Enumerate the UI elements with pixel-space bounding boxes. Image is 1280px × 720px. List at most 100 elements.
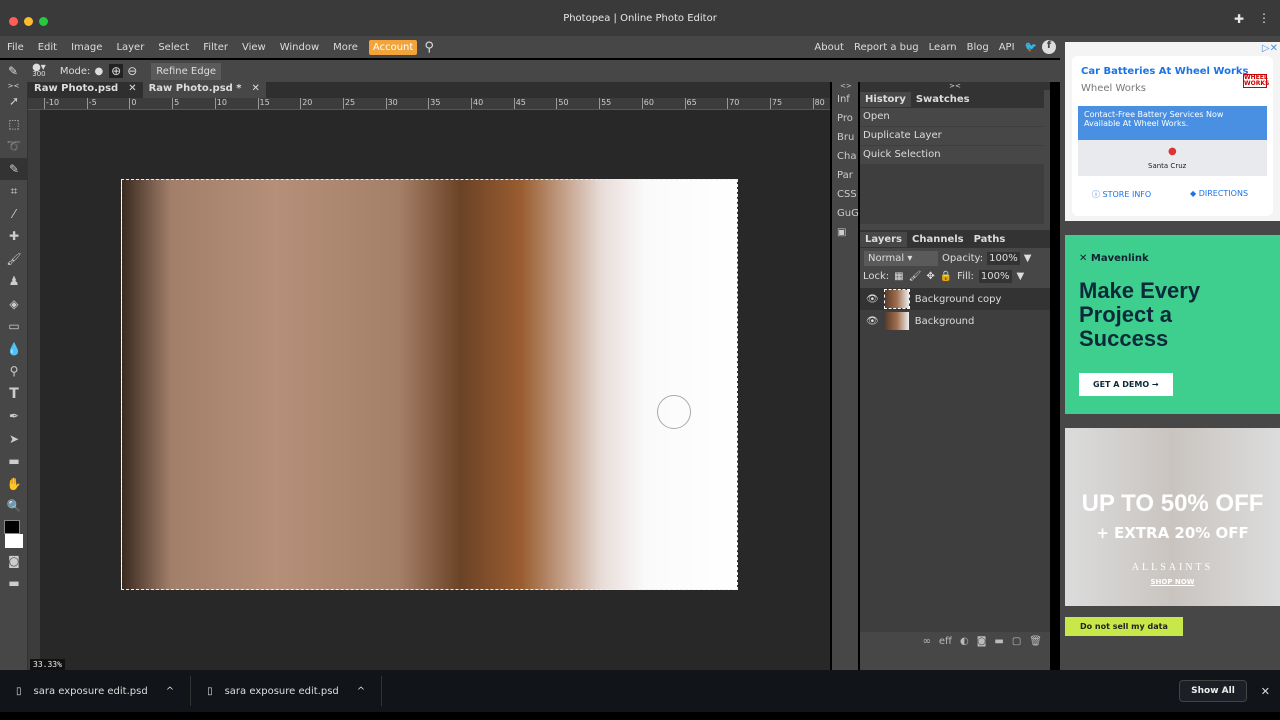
twitter-icon[interactable]: 🐦 <box>1020 42 1042 53</box>
menu-file[interactable]: File <box>0 42 31 53</box>
link-report-bug[interactable]: Report a bug <box>849 42 924 53</box>
layer-mask-icon[interactable]: ◙ <box>977 636 987 647</box>
eye-icon[interactable]: 👁 <box>866 294 879 305</box>
facebook-icon[interactable]: f <box>1042 40 1056 54</box>
refine-edge-button[interactable]: Refine Edge <box>151 62 222 80</box>
new-group-icon[interactable]: ▬ <box>994 636 1003 647</box>
lock-position-icon[interactable]: ✥ <box>926 271 934 282</box>
chevron-up-icon[interactable]: ^ <box>166 686 174 697</box>
background-color[interactable] <box>5 533 23 548</box>
search-icon[interactable]: ⚲ <box>417 40 441 55</box>
lock-paint-icon[interactable]: 🖌 <box>909 271 922 282</box>
directions-button[interactable]: ◆ DIRECTIONS <box>1190 189 1248 198</box>
extensions-icon[interactable]: ✚ <box>1234 12 1244 26</box>
lock-all-icon[interactable]: 🔒 <box>940 271 952 282</box>
menu-image[interactable]: Image <box>64 42 109 53</box>
hand-tool-icon[interactable]: ✋ <box>0 473 28 496</box>
panel-properties[interactable]: Pro <box>832 109 858 128</box>
marquee-tool-icon[interactable]: ⬚ <box>0 113 28 136</box>
opacity-input[interactable]: 100% <box>987 252 1020 265</box>
minimize-window-button[interactable] <box>24 17 33 26</box>
show-all-button[interactable]: Show All <box>1179 680 1247 702</box>
account-button[interactable]: Account <box>368 39 418 55</box>
download-item[interactable]: ▯ sara exposure edit.psd ^ <box>0 676 192 706</box>
menu-filter[interactable]: Filter <box>196 42 235 53</box>
lasso-tool-icon[interactable]: ➰ <box>0 135 28 158</box>
zoom-tool-icon[interactable]: 🔍 <box>0 495 28 518</box>
layer-row[interactable]: 👁 Background copy <box>860 288 1050 310</box>
link-about[interactable]: About <box>809 42 849 53</box>
eye-icon[interactable]: 👁 <box>866 316 879 327</box>
store-info-button[interactable]: ⓘ STORE INFO <box>1092 189 1151 200</box>
dodge-tool-icon[interactable]: ⚲ <box>0 360 28 383</box>
zoom-level[interactable]: 33.33% <box>30 659 65 670</box>
tab-paths[interactable]: Paths <box>969 232 1011 247</box>
pen-tool-icon[interactable]: ✒ <box>0 405 28 428</box>
link-layers-icon[interactable]: ∞ <box>923 636 931 647</box>
chevron-up-icon[interactable]: ^ <box>357 686 365 697</box>
mode-new-selection-icon[interactable]: ● <box>94 66 103 77</box>
menu-view[interactable]: View <box>235 42 273 53</box>
tab-swatches[interactable]: Swatches <box>911 92 975 107</box>
ad-title[interactable]: Car Batteries At Wheel Works <box>1081 66 1249 77</box>
panel-brush[interactable]: Bru <box>832 128 858 147</box>
panel-css[interactable]: CSS <box>832 185 858 204</box>
panel-character[interactable]: Cha <box>832 147 858 166</box>
quick-mask-icon[interactable]: ◙ <box>0 550 28 573</box>
menu-window[interactable]: Window <box>273 42 326 53</box>
delete-layer-icon[interactable]: 🗑 <box>1029 636 1042 647</box>
blend-mode-select[interactable]: Normal ▾ <box>864 251 938 266</box>
close-tab-icon[interactable]: ✕ <box>252 83 260 97</box>
close-tab-icon[interactable]: ✕ <box>128 83 136 97</box>
quick-selection-tool-icon[interactable]: ✎ <box>0 157 28 180</box>
close-window-button[interactable] <box>9 17 18 26</box>
ad-banner[interactable]: Contact-Free Battery Services Now Availa… <box>1078 106 1267 140</box>
map[interactable]: Santa Cruz ● <box>1078 140 1267 176</box>
tab-raw-photo-modified[interactable]: Raw Photo.psd * ✕ <box>142 82 266 98</box>
adjustment-layer-icon[interactable]: ◐ <box>960 636 969 647</box>
brush-tool-icon[interactable]: 🖌 <box>0 248 28 271</box>
panel-paragraph[interactable]: Par <box>832 166 858 185</box>
collapse-icon[interactable]: >< <box>0 82 27 90</box>
type-tool-icon[interactable]: T <box>0 383 28 406</box>
menu-layer[interactable]: Layer <box>109 42 151 53</box>
tab-raw-photo[interactable]: Raw Photo.psd ✕ <box>28 82 143 98</box>
mode-subtract-icon[interactable]: ⊖ <box>127 64 137 78</box>
history-item[interactable]: Quick Selection <box>860 146 1044 164</box>
lock-transparency-icon[interactable]: ▦ <box>894 271 903 282</box>
ad-wheel-works[interactable]: ▷✕ Car Batteries At Wheel Works Wheel Wo… <box>1065 42 1280 221</box>
gradient-tool-icon[interactable]: ▭ <box>0 315 28 338</box>
link-learn[interactable]: Learn <box>924 42 962 53</box>
history-item[interactable]: Open <box>860 108 1044 126</box>
blur-tool-icon[interactable]: 💧 <box>0 338 28 361</box>
stamp-tool-icon[interactable]: ♟ <box>0 270 28 293</box>
more-icon[interactable]: ⋮ <box>1258 11 1270 25</box>
tab-history[interactable]: History <box>860 91 911 107</box>
mode-add-icon[interactable]: ⊕ <box>109 64 124 78</box>
shop-now-link[interactable]: SHOP NOW <box>1065 578 1280 586</box>
fill-dropdown-icon[interactable]: ▼ <box>1017 271 1025 282</box>
do-not-sell-button[interactable]: Do not sell my data <box>1065 617 1183 636</box>
screen-mode-icon[interactable]: ▬ <box>0 572 28 595</box>
color-swatches[interactable] <box>0 518 27 550</box>
ad-choices-icon[interactable]: ▷✕ <box>1262 43 1278 54</box>
history-item[interactable]: Duplicate Layer <box>860 127 1044 145</box>
foreground-color[interactable] <box>4 519 20 534</box>
link-blog[interactable]: Blog <box>962 42 994 53</box>
healing-tool-icon[interactable]: ✚ <box>0 225 28 248</box>
download-item[interactable]: ▯ sara exposure edit.psd ^ <box>191 676 383 706</box>
path-select-tool-icon[interactable]: ➤ <box>0 428 28 451</box>
get-demo-button[interactable]: GET A DEMO → <box>1079 373 1173 396</box>
opacity-dropdown-icon[interactable]: ▼ <box>1024 253 1032 264</box>
brush-size-picker[interactable]: ●▾ 300 <box>32 63 46 78</box>
menu-select[interactable]: Select <box>151 42 196 53</box>
ad-mavenlink[interactable]: ✕ Mavenlink Make Every Project a Success… <box>1065 235 1280 414</box>
close-downloads-icon[interactable]: ✕ <box>1261 685 1270 698</box>
layer-row[interactable]: 👁 Background <box>860 310 1050 332</box>
collapse-icon[interactable]: >< <box>860 82 1050 90</box>
image-icon[interactable]: ▣ <box>832 223 858 242</box>
layer-effects-button[interactable]: eff <box>939 636 952 647</box>
maximize-window-button[interactable] <box>39 17 48 26</box>
fill-input[interactable]: 100% <box>978 270 1012 283</box>
tab-channels[interactable]: Channels <box>907 232 969 247</box>
